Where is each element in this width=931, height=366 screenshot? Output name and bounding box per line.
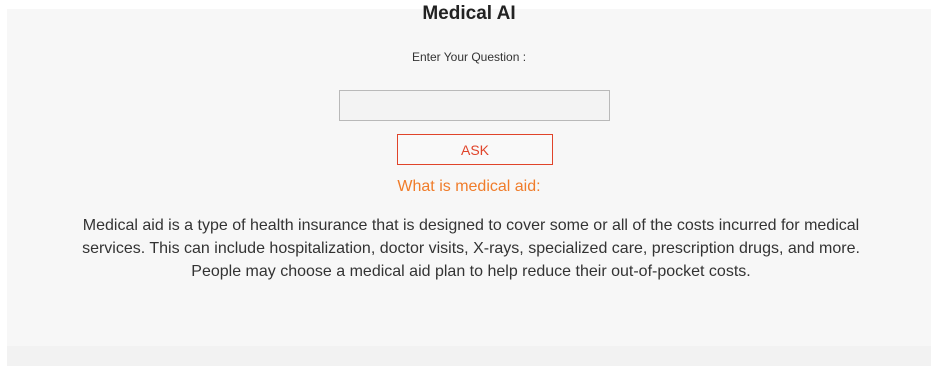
- page-title: Medical AI: [422, 3, 516, 24]
- answer-heading: What is medical aid:: [397, 178, 541, 195]
- question-prompt-label: Enter Your Question :: [411, 50, 527, 64]
- answer-text: Medical aid is a type of health insuranc…: [82, 217, 860, 280]
- question-input[interactable]: [339, 90, 610, 121]
- footer-band: [7, 346, 931, 366]
- main-panel: Medical AI Enter Your Question : ASK Wha…: [7, 3, 931, 366]
- ask-button[interactable]: ASK: [397, 134, 553, 165]
